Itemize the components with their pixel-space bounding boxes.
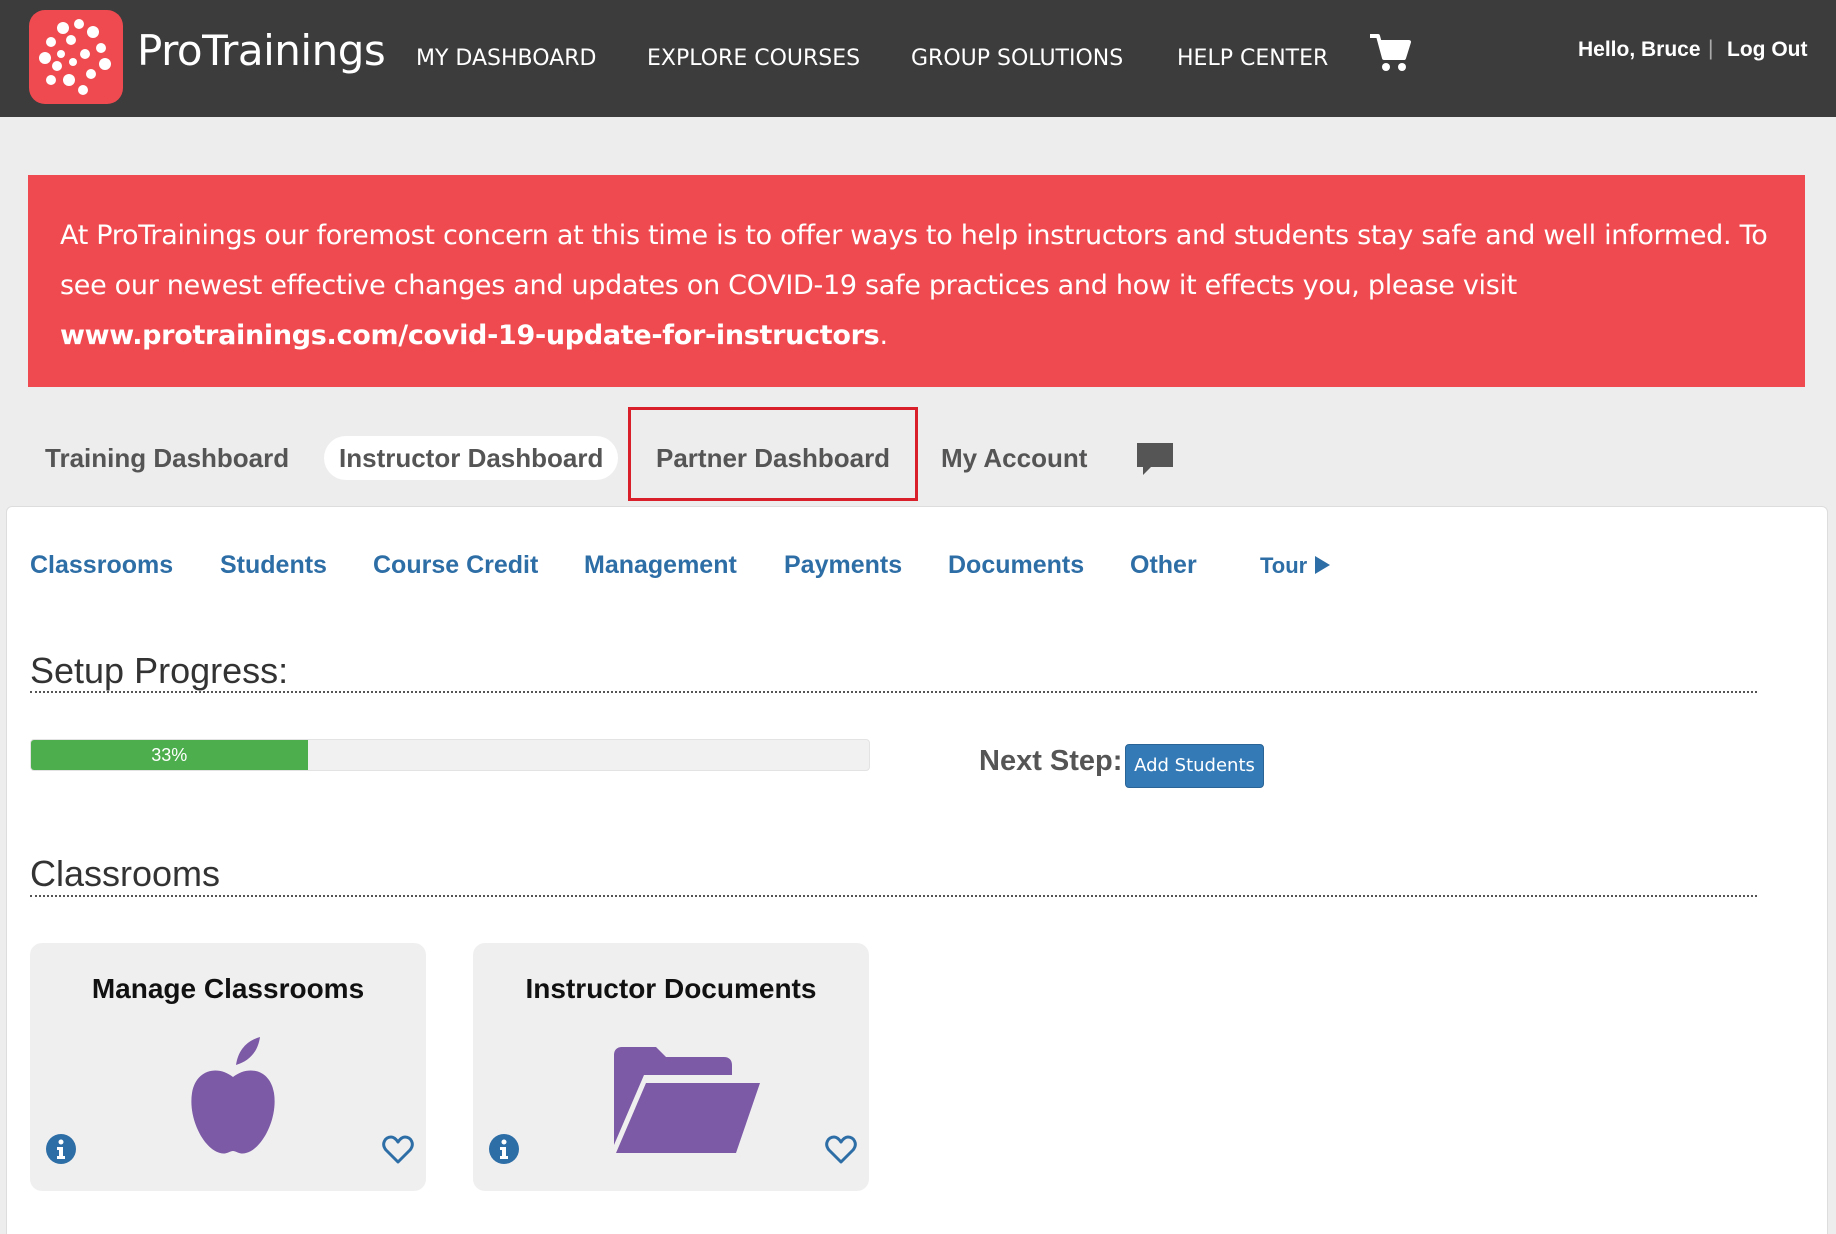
setup-progress-bar: 33% (30, 739, 870, 771)
protrainings-logo-icon[interactable] (29, 10, 123, 104)
setup-divider (30, 691, 1757, 693)
chat-icon[interactable] (1135, 441, 1175, 477)
instructor-documents-card[interactable]: Instructor Documents (473, 943, 869, 1191)
subnav-other[interactable]: Other (1130, 551, 1197, 580)
classrooms-divider (30, 895, 1757, 897)
user-greeting: Hello, Bruce (1578, 38, 1701, 61)
nav-group-solutions[interactable]: GROUP SOLUTIONS (911, 46, 1123, 71)
tour-label: Tour (1260, 553, 1308, 578)
tab-training-dashboard[interactable]: Training Dashboard (45, 436, 289, 480)
header-separator: | (1708, 37, 1714, 60)
add-students-button[interactable]: Add Students (1125, 744, 1264, 788)
subnav-course-credit[interactable]: Course Credit (373, 551, 538, 580)
setup-progress-title: Setup Progress: (30, 650, 289, 691)
folder-icon (614, 1047, 760, 1153)
subnav-classrooms[interactable]: Classrooms (30, 551, 173, 580)
tour-link[interactable]: Tour (1260, 553, 1331, 579)
classrooms-title: Classrooms (30, 853, 221, 894)
alert-message: At ProTrainings our foremost concern at … (60, 220, 1768, 301)
info-icon[interactable] (488, 1133, 520, 1165)
tour-arrow-icon (1315, 556, 1331, 574)
subnav-documents[interactable]: Documents (948, 551, 1084, 580)
card-title: Instructor Documents (525, 973, 817, 1004)
tab-my-account[interactable]: My Account (941, 436, 1087, 480)
alert-suffix: . (879, 320, 888, 351)
covid-alert-banner: At ProTrainings our foremost concern at … (28, 175, 1805, 387)
logout-link[interactable]: Log Out (1727, 38, 1807, 62)
subnav-students[interactable]: Students (220, 551, 327, 580)
nav-explore-courses[interactable]: EXPLORE COURSES (647, 46, 860, 71)
next-step-label: Next Step: (979, 745, 1123, 777)
alert-text: At ProTrainings our foremost concern at … (60, 211, 1773, 361)
nav-help-center[interactable]: HELP CENTER (1177, 46, 1328, 71)
heart-icon[interactable] (382, 1135, 414, 1165)
brand-name[interactable]: ProTrainings (137, 26, 386, 75)
heart-icon[interactable] (825, 1135, 857, 1165)
tab-partner-dashboard[interactable]: Partner Dashboard (656, 436, 890, 480)
subnav-management[interactable]: Management (584, 551, 737, 580)
card-title: Manage Classrooms (91, 973, 365, 1004)
subnav-payments[interactable]: Payments (784, 551, 902, 580)
manage-classrooms-card[interactable]: Manage Classrooms (30, 943, 426, 1191)
progress-fill: 33% (31, 740, 308, 770)
tab-instructor-dashboard[interactable]: Instructor Dashboard (324, 436, 619, 480)
alert-link[interactable]: www.protrainings.com/covid-19-update-for… (60, 320, 880, 351)
info-icon[interactable] (45, 1133, 77, 1165)
apple-icon (191, 1037, 275, 1154)
top-navbar: ProTrainings MY DASHBOARD EXPLORE COURSE… (0, 0, 1836, 117)
nav-my-dashboard[interactable]: MY DASHBOARD (416, 46, 596, 71)
cart-icon[interactable] (1368, 30, 1412, 74)
